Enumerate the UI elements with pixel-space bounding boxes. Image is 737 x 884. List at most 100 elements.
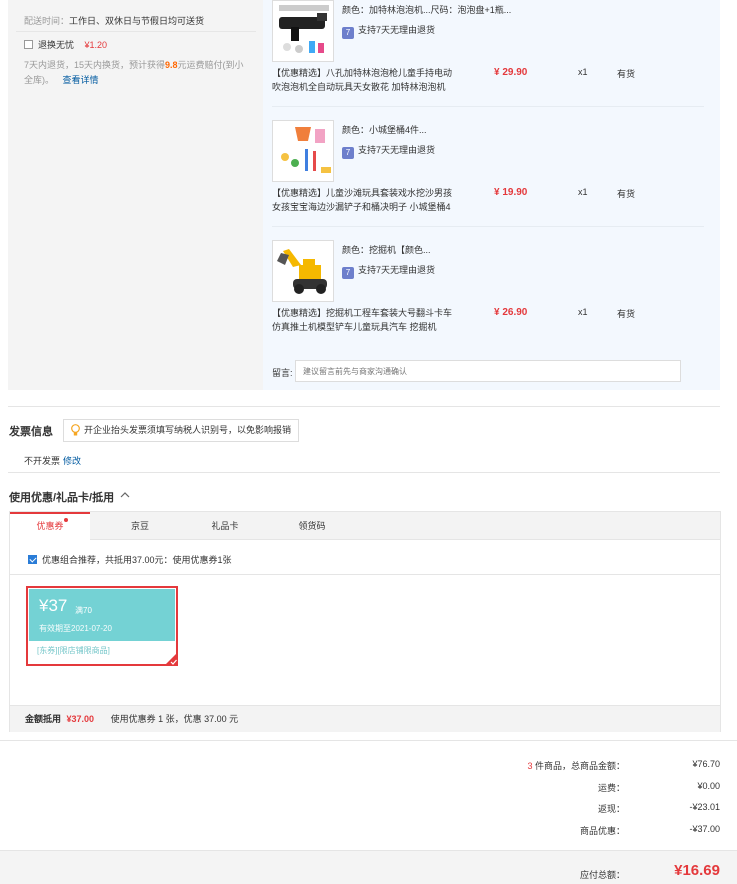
deduct-label: 金额抵用 bbox=[25, 714, 62, 724]
return-insurance-row[interactable]: 退换无忧 ¥1.20 bbox=[24, 38, 107, 51]
divider bbox=[272, 226, 704, 227]
coupon-card-header: ¥37 满70 有效期至2021-07-20 bbox=[29, 589, 175, 641]
item-name[interactable]: 【优惠精选】八孔加特林泡泡枪儿童手持电动吹泡泡机全自动玩具天女散花 加特林泡泡机 bbox=[272, 66, 457, 94]
bubble-gun-image bbox=[273, 1, 333, 61]
item-attr: 颜色：挖掘机【颜色... bbox=[342, 245, 431, 255]
summary-shipping-row: 运费： ¥0.00 bbox=[460, 781, 720, 795]
summary-rebate-label: 返现： bbox=[597, 804, 625, 814]
tab-jingdou[interactable]: 京豆 bbox=[100, 512, 180, 540]
invoice-title: 发票信息 bbox=[9, 426, 53, 438]
delivery-time-label: 配送时间： bbox=[24, 16, 70, 26]
summary-goods-total: ¥76.70 bbox=[692, 759, 720, 769]
combo-recommend-checkbox[interactable] bbox=[28, 555, 37, 564]
details-link[interactable]: 查看详情 bbox=[63, 75, 99, 85]
summary-shipping-value: ¥0.00 bbox=[697, 781, 720, 791]
tab-gift-card[interactable]: 礼品卡 bbox=[185, 512, 265, 540]
divider bbox=[8, 406, 720, 407]
item-price: ¥ 26.90 bbox=[494, 307, 528, 318]
goods-item: 颜色：加特林泡泡机...尺码：泡泡盘+1瓶... 7 支持7天无理由退货 【优惠精… bbox=[272, 0, 712, 110]
divider bbox=[272, 106, 704, 107]
tab-label: 优惠券 bbox=[36, 521, 64, 531]
item-service-text: 支持7天无理由退货 bbox=[358, 265, 436, 275]
coupon-tab-bar: 优惠券 京豆 礼品卡 领货码 bbox=[10, 512, 720, 541]
return-insurance-label: 退换无忧 bbox=[38, 40, 75, 50]
new-dot-indicator bbox=[64, 518, 68, 522]
item-service-text: 支持7天无理由退货 bbox=[358, 25, 436, 35]
summary-discount-row: 商品优惠： -¥37.00 bbox=[460, 824, 720, 838]
item-service: 7 支持7天无理由退货 bbox=[342, 23, 435, 39]
item-attr: 颜色：加特林泡泡机...尺码：泡泡盘+1瓶... bbox=[342, 5, 512, 15]
invoice-edit-link[interactable]: 修改 bbox=[63, 454, 81, 467]
item-stock: 有货 bbox=[617, 189, 636, 199]
coupon-card[interactable]: ¥37 满70 有效期至2021-07-20 [东券][限店铺限商品] bbox=[26, 586, 178, 666]
item-attr: 颜色：小城堡桶4件... bbox=[342, 125, 427, 135]
product-image-beach-toys[interactable] bbox=[272, 120, 334, 182]
product-image-excavator[interactable] bbox=[272, 240, 334, 302]
shipping-panel: 配送时间：工作日、双休日与节假日均可送货 退换无忧 ¥1.20 7天内退货，15… bbox=[8, 0, 263, 390]
return-service-icon: 7 bbox=[342, 147, 354, 159]
coupon-box: 优惠券 京豆 礼品卡 领货码 优惠组合推荐，共抵用37.00元：使用优惠券1张 … bbox=[9, 511, 721, 732]
lightbulb-icon bbox=[71, 424, 80, 436]
goods-item: 颜色：挖掘机【颜色... 7 支持7天无理由退货 【优惠精选】挖掘机工程车套装大号… bbox=[272, 240, 712, 350]
summary-goods-label: 3 件商品，总商品金额： bbox=[527, 759, 625, 772]
selected-check-icon bbox=[164, 652, 178, 666]
summary-count-label: 件商品，总商品金额： bbox=[532, 761, 625, 771]
item-service: 7 支持7天无理由退货 bbox=[342, 143, 435, 159]
coupon-condition: 满70 bbox=[75, 606, 92, 615]
summary-discount-value: -¥37.00 bbox=[689, 824, 720, 834]
coupon-amount: ¥37 bbox=[39, 596, 68, 615]
item-stock: 有货 bbox=[617, 309, 636, 319]
summary-shipping-label: 运费： bbox=[597, 783, 625, 793]
divider bbox=[0, 740, 737, 741]
item-name[interactable]: 【优惠精选】挖掘机工程车套装大号翻斗卡车仿真推土机模型铲车儿童玩具汽车 挖掘机 bbox=[272, 306, 457, 334]
return-service-icon: 7 bbox=[342, 27, 354, 39]
coupon-expiry: 有效期至2021-07-20 bbox=[39, 624, 112, 633]
tab-label: 领货码 bbox=[298, 521, 326, 531]
summary-rebate-row: 返现： -¥23.01 bbox=[460, 802, 720, 816]
return-service-icon: 7 bbox=[342, 267, 354, 279]
divider bbox=[10, 574, 720, 575]
coupon-section-title: 使用优惠/礼品卡/抵用 bbox=[9, 492, 115, 504]
total-bar: 应付总额： ¥16.69 bbox=[0, 850, 737, 884]
tab-label: 京豆 bbox=[130, 521, 149, 531]
item-service: 7 支持7天无理由退货 bbox=[342, 263, 435, 279]
invoice-type: 不开发票 bbox=[24, 456, 61, 466]
payable-label: 应付总额： bbox=[579, 870, 625, 880]
delivery-time-value: 工作日、双休日与节假日均可送货 bbox=[69, 16, 205, 26]
excavator-image bbox=[273, 241, 333, 301]
invoice-tip-text: 开企业抬头发票须填写纳税人识别号，以免影响报销 bbox=[84, 425, 292, 435]
return-desc-highlight: 9.8 bbox=[165, 60, 178, 70]
item-price: ¥ 19.90 bbox=[494, 187, 528, 198]
memo-label: 留言: bbox=[272, 368, 293, 378]
divider bbox=[8, 472, 720, 473]
delivery-time: 配送时间：工作日、双休日与节假日均可送货 bbox=[24, 14, 204, 27]
return-desc-part2: 元运费赔付(到小 bbox=[177, 60, 244, 70]
item-qty: x1 bbox=[578, 307, 588, 317]
coupon-tags: [东券][限店铺限商品] bbox=[37, 645, 110, 656]
return-insurance-price: ¥1.20 bbox=[84, 40, 108, 50]
item-name[interactable]: 【优惠精选】儿童沙滩玩具套装戏水挖沙男孩女孩宝宝海边沙漏铲子和桶决明子 小城堡桶… bbox=[272, 186, 457, 214]
chevron-up-icon[interactable] bbox=[120, 489, 130, 501]
product-image-bubble-gun[interactable] bbox=[272, 0, 334, 62]
tab-redeem-code[interactable]: 领货码 bbox=[272, 512, 352, 540]
item-service-text: 支持7天无理由退货 bbox=[358, 145, 436, 155]
item-stock: 有货 bbox=[617, 69, 636, 79]
beach-toys-image bbox=[273, 121, 333, 181]
return-desc-part3: 全库)。 bbox=[24, 75, 54, 85]
deduct-desc: 使用优惠券 1 张，优惠 37.00 元 bbox=[110, 714, 239, 724]
combo-recommend-text: 优惠组合推荐，共抵用37.00元：使用优惠券1张 bbox=[42, 555, 232, 565]
tab-coupons[interactable]: 优惠券 bbox=[10, 512, 90, 541]
return-insurance-checkbox[interactable] bbox=[24, 40, 33, 49]
goods-panel: 颜色：加特林泡泡机...尺码：泡泡盘+1瓶... 7 支持7天无理由退货 【优惠精… bbox=[263, 0, 720, 390]
coupon-tag: [东券] bbox=[37, 646, 58, 655]
invoice-tip: 开企业抬头发票须填写纳税人识别号，以免影响报销 bbox=[63, 419, 299, 442]
return-desc-part1: 7天内退货，15天内换货，预计获得 bbox=[24, 60, 166, 70]
deduct-value: ¥37.00 bbox=[66, 714, 95, 724]
combo-recommend-row[interactable]: 优惠组合推荐，共抵用37.00元：使用优惠券1张 bbox=[28, 553, 232, 566]
item-qty: x1 bbox=[578, 187, 588, 197]
payable-value: ¥16.69 bbox=[674, 862, 720, 879]
tab-label: 礼品卡 bbox=[211, 521, 239, 531]
summary-discount-label: 商品优惠： bbox=[579, 826, 625, 836]
memo-input[interactable] bbox=[295, 360, 681, 382]
return-insurance-desc: 7天内退货，15天内换货，预计获得9.8元运费赔付(到小 全库)。 查看详情 bbox=[24, 58, 256, 88]
